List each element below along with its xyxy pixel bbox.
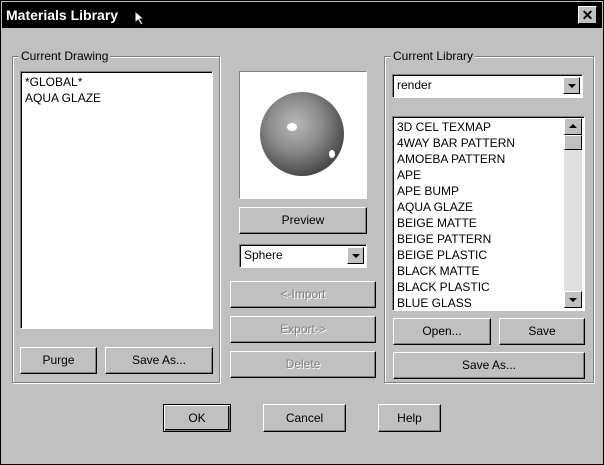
window-title: Materials Library xyxy=(6,7,119,23)
current-drawing-label: Current Drawing xyxy=(19,49,111,63)
list-item[interactable]: BLACK MATTE xyxy=(395,263,561,279)
chevron-up-icon xyxy=(569,124,577,128)
list-item[interactable]: APE BUMP xyxy=(395,183,561,199)
chevron-down-icon xyxy=(569,298,577,302)
mouse-cursor-icon xyxy=(134,10,146,26)
list-item[interactable]: BLACK PLASTIC xyxy=(395,279,561,295)
import-label: <-Import xyxy=(280,287,326,301)
library-dropdown-button[interactable] xyxy=(563,77,580,94)
list-item[interactable]: 4WAY BAR PATTERN xyxy=(395,135,561,151)
list-item[interactable]: BLUE GLASS xyxy=(395,295,561,310)
list-item[interactable]: APE xyxy=(395,167,561,183)
preview-label: Preview xyxy=(281,213,325,227)
list-item[interactable]: 3D CEL TEXMAP xyxy=(395,119,561,135)
ok-label: OK xyxy=(188,411,206,425)
current-drawing-list[interactable]: *GLOBAL* AQUA GLAZE xyxy=(20,71,213,329)
purge-label: Purge xyxy=(42,353,75,367)
preview-shape-value: Sphere xyxy=(244,248,283,262)
open-label: Open... xyxy=(422,324,462,338)
export-label: Export-> xyxy=(280,322,326,336)
list-item[interactable]: *GLOBAL* xyxy=(23,74,212,90)
preview-shape-select[interactable]: Sphere xyxy=(239,244,367,268)
list-item[interactable]: BEIGE PLASTIC xyxy=(395,247,561,263)
purge-button[interactable]: Purge xyxy=(20,347,97,374)
library-open-button[interactable]: Open... xyxy=(393,318,491,345)
chevron-down-icon xyxy=(568,84,576,88)
chevron-down-icon xyxy=(352,254,360,258)
library-save-as-button[interactable]: Save As... xyxy=(393,352,585,379)
save-as-label: Save As... xyxy=(131,353,187,367)
library-select-value: render xyxy=(397,78,432,92)
save-label: Save xyxy=(528,324,556,338)
library-select[interactable]: render xyxy=(392,74,583,98)
save-as-label: Save As... xyxy=(461,358,517,372)
import-button[interactable]: <-Import xyxy=(230,281,376,308)
preview-shape-dropdown-button[interactable] xyxy=(347,247,364,264)
ok-button[interactable]: OK xyxy=(163,404,231,432)
list-item[interactable]: BEIGE PATTERN xyxy=(395,231,561,247)
material-preview xyxy=(239,71,367,199)
scroll-thumb[interactable] xyxy=(564,135,582,150)
cancel-button[interactable]: Cancel xyxy=(263,404,346,432)
scroll-down-button[interactable] xyxy=(564,291,582,308)
list-item[interactable]: BEIGE MATTE xyxy=(395,215,561,231)
help-button[interactable]: Help xyxy=(378,404,441,432)
list-item[interactable]: AQUA GLAZE xyxy=(23,90,212,106)
preview-button[interactable]: Preview xyxy=(239,207,367,234)
delete-label: Delete xyxy=(285,357,321,371)
library-materials-list[interactable]: 3D CEL TEXMAP 4WAY BAR PATTERN AMOEBA PA… xyxy=(392,116,585,311)
title-bar[interactable]: Materials Library ✕ xyxy=(2,2,602,28)
cancel-label: Cancel xyxy=(285,411,324,425)
materials-library-dialog: Materials Library ✕ Current Drawing *GLO… xyxy=(0,0,604,465)
current-library-label: Current Library xyxy=(391,49,476,63)
list-item[interactable]: AMOEBA PATTERN xyxy=(395,151,561,167)
library-save-button[interactable]: Save xyxy=(499,318,585,345)
scroll-up-button[interactable] xyxy=(564,118,582,135)
library-items: 3D CEL TEXMAP 4WAY BAR PATTERN AMOEBA PA… xyxy=(395,119,561,310)
close-icon: ✕ xyxy=(581,7,594,23)
export-button[interactable]: Export-> xyxy=(230,316,376,343)
list-item[interactable]: AQUA GLAZE xyxy=(395,199,561,215)
help-label: Help xyxy=(397,411,422,425)
close-button[interactable]: ✕ xyxy=(578,6,597,24)
delete-button[interactable]: Delete xyxy=(230,351,376,378)
current-drawing-save-as-button[interactable]: Save As... xyxy=(105,347,213,374)
sphere-preview-icon xyxy=(260,92,344,176)
